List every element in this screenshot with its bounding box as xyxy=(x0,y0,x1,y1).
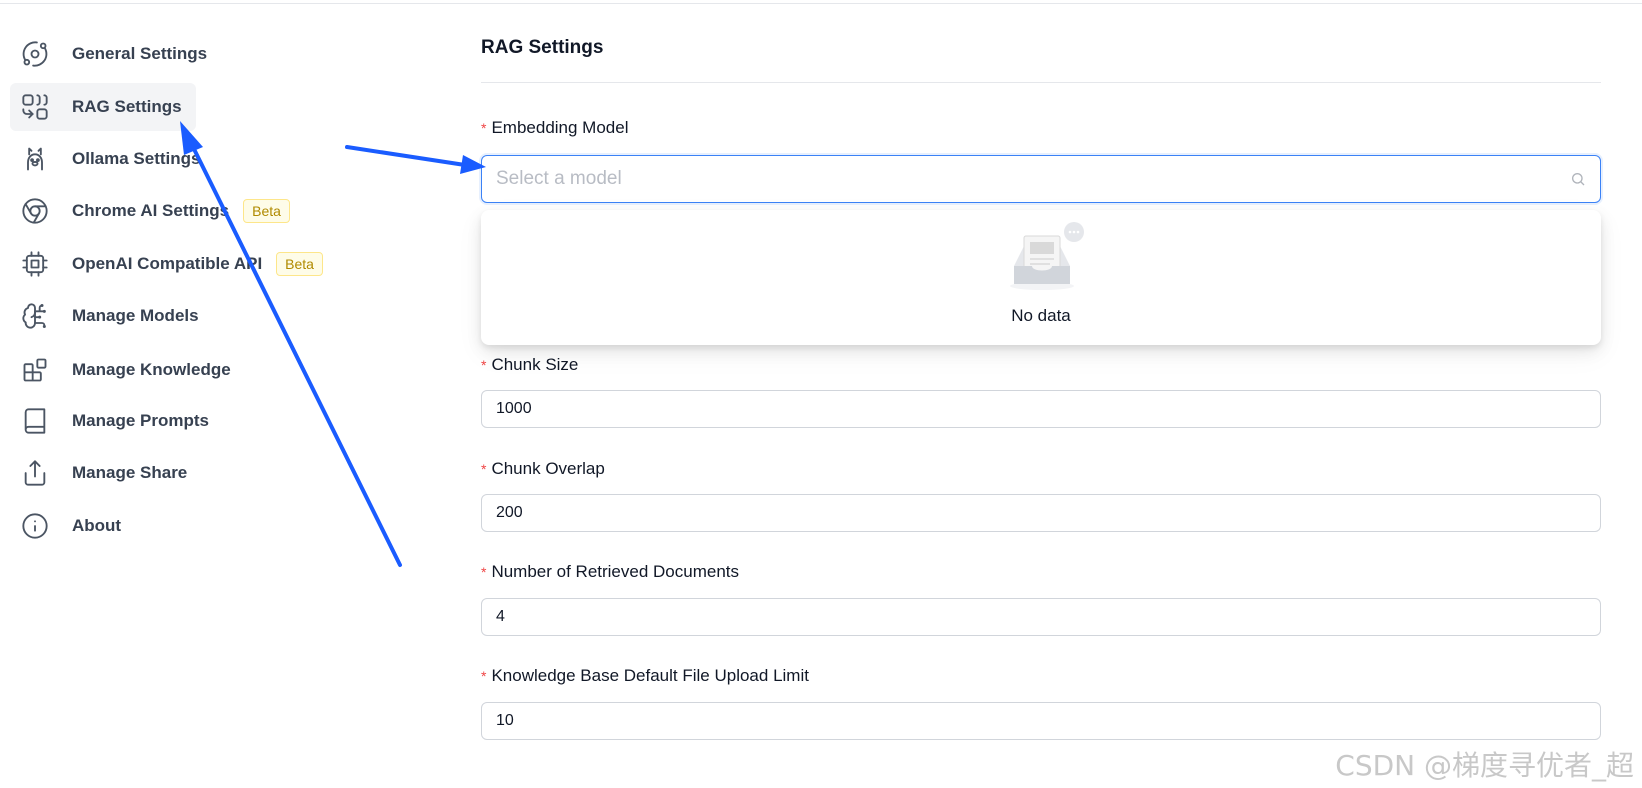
top-border xyxy=(0,0,1642,4)
sidebar-item-general-settings[interactable]: General Settings xyxy=(10,30,221,78)
title-divider xyxy=(481,82,1601,83)
page-title: RAG Settings xyxy=(481,37,604,58)
sidebar-item-label: About xyxy=(72,516,122,535)
embedding-model-select[interactable]: Select a model xyxy=(481,155,1601,203)
empty-inbox-icon xyxy=(1010,222,1084,290)
book-icon xyxy=(20,406,50,436)
info-icon xyxy=(20,511,50,541)
sidebar-item-label: Manage Knowledge xyxy=(72,360,231,379)
embedding-model-label: * Embedding Model xyxy=(481,118,629,137)
sidebar-item-manage-knowledge[interactable]: Manage Knowledge xyxy=(10,346,245,394)
watermark-text: CSDN @梯度寻优者_超 xyxy=(1335,749,1634,782)
annotation-arrow-to-embedding-select xyxy=(345,145,467,167)
search-icon xyxy=(1572,173,1585,186)
chunk-size-label: * Chunk Size xyxy=(481,355,579,374)
retrieved-documents-label: * Number of Retrieved Documents xyxy=(481,562,739,581)
upload-limit-input[interactable]: 10 xyxy=(481,702,1601,740)
required-asterisk: * xyxy=(481,357,487,373)
sidebar-item-chrome-ai-settings[interactable]: Chrome AI Settings Beta xyxy=(10,187,304,235)
sidebar-item-manage-prompts[interactable]: Manage Prompts xyxy=(10,397,223,445)
sidebar-item-label: Manage Models xyxy=(72,306,199,325)
sidebar-item-openai-compatible-api[interactable]: OpenAI Compatible API Beta xyxy=(10,240,337,288)
sidebar-item-label: General Settings xyxy=(72,44,208,63)
sidebar-item-ollama-settings[interactable]: Ollama Settings xyxy=(10,135,214,183)
embedding-model-placeholder: Select a model xyxy=(496,168,622,189)
required-asterisk: * xyxy=(481,564,487,580)
sidebar-item-manage-share[interactable]: Manage Share xyxy=(10,449,201,497)
chunk-size-input[interactable]: 1000 xyxy=(481,390,1601,428)
cpu-icon xyxy=(20,249,50,279)
sidebar-item-label: Manage Share xyxy=(72,463,188,482)
retrieved-documents-input[interactable]: 4 xyxy=(481,598,1601,636)
beta-badge: Beta xyxy=(276,252,323,276)
required-asterisk: * xyxy=(481,668,487,684)
orbit-icon xyxy=(20,39,50,69)
required-asterisk: * xyxy=(481,120,487,136)
blocks-icon xyxy=(20,355,50,385)
beta-badge: Beta xyxy=(243,199,290,223)
chunk-overlap-label: * Chunk Overlap xyxy=(481,459,605,478)
sidebar-item-label: RAG Settings xyxy=(72,97,182,116)
llama-icon xyxy=(20,144,50,174)
embedding-model-dropdown: No data xyxy=(481,210,1601,345)
chunk-overlap-input[interactable]: 200 xyxy=(481,494,1601,532)
share-icon xyxy=(20,458,50,488)
empty-state-text: No data xyxy=(1011,306,1071,325)
sidebar-item-label: Chrome AI Settings xyxy=(72,201,230,220)
sidebar-item-manage-models[interactable]: Manage Models xyxy=(10,292,213,340)
upload-limit-label: * Knowledge Base Default File Upload Limi… xyxy=(481,666,809,685)
combine-icon xyxy=(20,92,50,122)
required-asterisk: * xyxy=(481,461,487,477)
sidebar-item-label: Ollama Settings xyxy=(72,149,201,168)
sidebar-item-label: OpenAI Compatible API xyxy=(72,254,263,273)
sidebar-item-about[interactable]: About xyxy=(10,502,135,550)
brain-icon xyxy=(20,301,50,331)
sidebar-item-label: Manage Prompts xyxy=(72,411,209,430)
sidebar-item-rag-settings[interactable]: RAG Settings xyxy=(10,83,196,131)
chrome-icon xyxy=(20,196,50,226)
